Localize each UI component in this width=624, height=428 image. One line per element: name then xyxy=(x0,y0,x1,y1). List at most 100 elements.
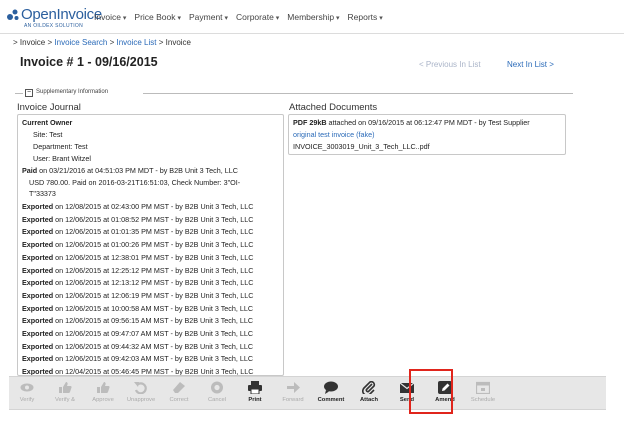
document-link-row: original test invoice (fake) xyxy=(293,130,375,139)
journal-entry-paid: Paid on 03/21/2016 at 04:51:03 PM MDT - … xyxy=(22,166,238,175)
nav-corporate[interactable]: Corporate xyxy=(236,12,279,22)
paperclip-icon xyxy=(362,381,376,394)
entry-text: on 12/06/2015 at 01:08:52 PM MST - by B2… xyxy=(53,214,254,224)
entry-text: on 12/06/2015 at 01:01:35 PM MST - by B2… xyxy=(53,227,254,237)
entry-type: Paid xyxy=(22,166,38,175)
eraser-icon xyxy=(173,382,185,393)
journal-entry-exported: Exported on 12/06/2015 at 01:00:26 PM MS… xyxy=(22,240,253,249)
amend-highlight-box xyxy=(409,369,453,414)
approve-button[interactable]: Approve xyxy=(85,377,121,411)
entry-type: Exported xyxy=(22,290,54,300)
entry-text: on 03/21/2016 at 04:51:03 PM MDT - by B2… xyxy=(37,166,238,175)
entry-type: Exported xyxy=(22,265,54,275)
owner-department: Department: Test xyxy=(33,142,88,151)
page-title: Invoice # 1 - 09/16/2015 xyxy=(20,55,158,69)
invoice-journal-heading: Invoice Journal xyxy=(17,102,81,113)
breadcrumb-invoice-list[interactable]: Invoice List xyxy=(116,38,156,47)
breadcrumb-invoice: Invoice xyxy=(19,38,46,47)
document-attached-text: attached on 09/16/2015 at 06:12:47 PM MD… xyxy=(326,118,530,127)
thumbs-up-icon xyxy=(59,382,72,393)
journal-entry-exported: Exported on 12/06/2015 at 01:08:52 PM MS… xyxy=(22,215,253,224)
speech-bubble-icon xyxy=(324,381,338,394)
document-filename[interactable]: INVOICE_3003019_Unit_3_Tech_LLC..pdf xyxy=(293,142,430,151)
entry-text: on 12/06/2015 at 12:06:19 PM MST - by B2… xyxy=(53,290,254,300)
document-type-size: PDF 29kB xyxy=(293,118,327,127)
nav-invoice[interactable]: Invoice xyxy=(94,12,126,22)
paid-detail: T"33373 xyxy=(29,189,56,198)
entry-type: Exported xyxy=(22,329,54,338)
comment-button[interactable]: Comment xyxy=(313,377,349,411)
forward-button[interactable]: Forward xyxy=(275,377,311,411)
breadcrumb-separator: > xyxy=(109,38,115,47)
original-invoice-link[interactable]: original test invoice (fake) xyxy=(293,130,375,139)
journal-entry-exported: Exported on 12/06/2015 at 12:13:12 PM MS… xyxy=(22,278,253,287)
paid-detail: USD 780.00. Paid on 2016-03-21T16:51:03,… xyxy=(29,178,241,187)
journal-entry-exported: Exported on 12/08/2015 at 02:43:00 PM MS… xyxy=(22,202,253,211)
logo-mark-icon xyxy=(7,9,19,20)
entry-text: on 12/06/2015 at 09:44:32 AM MST - by B2… xyxy=(53,341,254,351)
verify-and-approve-button[interactable]: Verify & xyxy=(47,377,83,411)
entry-type: Exported xyxy=(22,227,54,237)
cancel-button[interactable]: Cancel xyxy=(199,377,235,411)
top-bar: OpenInvoice AN OILDEX SOLUTION Invoice P… xyxy=(0,0,624,34)
printer-icon xyxy=(248,381,262,394)
nav-payment[interactable]: Payment xyxy=(189,12,228,22)
journal-entry-exported: Exported on 12/06/2015 at 12:38:01 PM MS… xyxy=(22,253,253,262)
nav-price-book[interactable]: Price Book xyxy=(134,12,181,22)
invoice-journal-panel[interactable]: Current Owner Site: Test Department: Tes… xyxy=(17,114,284,376)
supplementary-info-label: Supplementary Information xyxy=(36,89,109,95)
attach-button[interactable]: Attach xyxy=(351,377,387,411)
schedule-button-label: Schedule xyxy=(470,397,496,403)
main-nav: Invoice Price Book Payment Corporate Mem… xyxy=(94,12,391,22)
journal-entry-exported: Exported on 12/06/2015 at 01:01:35 PM MS… xyxy=(22,227,253,236)
entry-type: Exported xyxy=(22,214,54,224)
entry-type: Exported xyxy=(22,367,54,376)
breadcrumb: > Invoice > Invoice Search > Invoice Lis… xyxy=(13,38,191,47)
supplementary-info-toggle[interactable]: − Supplementary Information xyxy=(15,88,575,98)
journal-entry-exported: Exported on 12/06/2015 at 09:56:15 AM MS… xyxy=(22,316,253,325)
next-in-list-link[interactable]: Next In List > xyxy=(507,60,554,69)
entry-text: on 12/06/2015 at 12:13:12 PM MST - by B2… xyxy=(53,278,254,288)
entry-type: Exported xyxy=(22,341,54,351)
entry-text: on 12/06/2015 at 09:42:03 AM MST - by B2… xyxy=(53,354,254,364)
entry-type: Exported xyxy=(22,252,54,262)
journal-entry-exported: Exported on 12/06/2015 at 09:47:07 AM MS… xyxy=(22,329,253,338)
entry-text: on 12/06/2015 at 09:56:15 AM MST - by B2… xyxy=(53,316,254,326)
arrow-right-icon xyxy=(287,382,300,393)
attached-documents-heading: Attached Documents xyxy=(289,102,378,113)
nav-reports[interactable]: Reports xyxy=(348,12,383,22)
nav-membership[interactable]: Membership xyxy=(287,12,339,22)
journal-entry-exported: Exported on 12/06/2015 at 10:00:58 AM MS… xyxy=(22,304,253,313)
entry-text: on 12/06/2015 at 09:47:07 AM MST - by B2… xyxy=(53,329,254,338)
logo-subtitle: AN OILDEX SOLUTION xyxy=(24,23,84,29)
document-entry: PDF 29kB attached on 09/16/2015 at 06:12… xyxy=(293,118,530,127)
thumbs-up-icon xyxy=(97,382,110,393)
journal-entry-exported: Exported on 12/06/2015 at 09:42:03 AM MS… xyxy=(22,354,253,363)
print-button[interactable]: Print xyxy=(237,377,273,411)
previous-in-list-link[interactable]: < Previous In List xyxy=(419,60,481,69)
correct-button[interactable]: Correct xyxy=(161,377,197,411)
divider xyxy=(143,93,573,94)
entry-type: Exported xyxy=(22,240,54,250)
entry-type: Exported xyxy=(22,202,54,211)
breadcrumb-invoice-search[interactable]: Invoice Search xyxy=(54,38,107,47)
entry-type: Exported xyxy=(22,316,54,326)
calendar-icon xyxy=(476,381,490,394)
entry-text: on 12/06/2015 at 12:25:12 PM MST - by B2… xyxy=(53,265,254,275)
schedule-button[interactable]: Schedule xyxy=(465,377,501,411)
breadcrumb-separator: > xyxy=(13,38,18,47)
divider xyxy=(15,93,23,94)
openinvoice-logo[interactable]: OpenInvoice AN OILDEX SOLUTION xyxy=(6,5,102,31)
entry-text: on 12/06/2015 at 12:38:01 PM MST - by B2… xyxy=(53,252,254,262)
entry-text: on 12/06/2015 at 10:00:58 AM MST - by B2… xyxy=(53,303,254,313)
logo-text: OpenInvoice xyxy=(21,6,102,23)
journal-entry-exported: Exported on 12/06/2015 at 09:44:32 AM MS… xyxy=(22,342,253,351)
breadcrumb-separator: > xyxy=(158,38,164,47)
journal-entry-exported: Exported on 12/04/2015 at 05:46:45 PM MS… xyxy=(22,367,253,376)
breadcrumb-separator: > xyxy=(47,38,53,47)
collapse-icon[interactable]: − xyxy=(25,89,33,97)
journal-entry-exported: Exported on 12/06/2015 at 12:06:19 PM MS… xyxy=(22,291,253,300)
unapprove-button[interactable]: Unapprove xyxy=(123,377,159,411)
verify-button[interactable]: Verify xyxy=(9,377,45,411)
eye-icon xyxy=(20,383,34,392)
